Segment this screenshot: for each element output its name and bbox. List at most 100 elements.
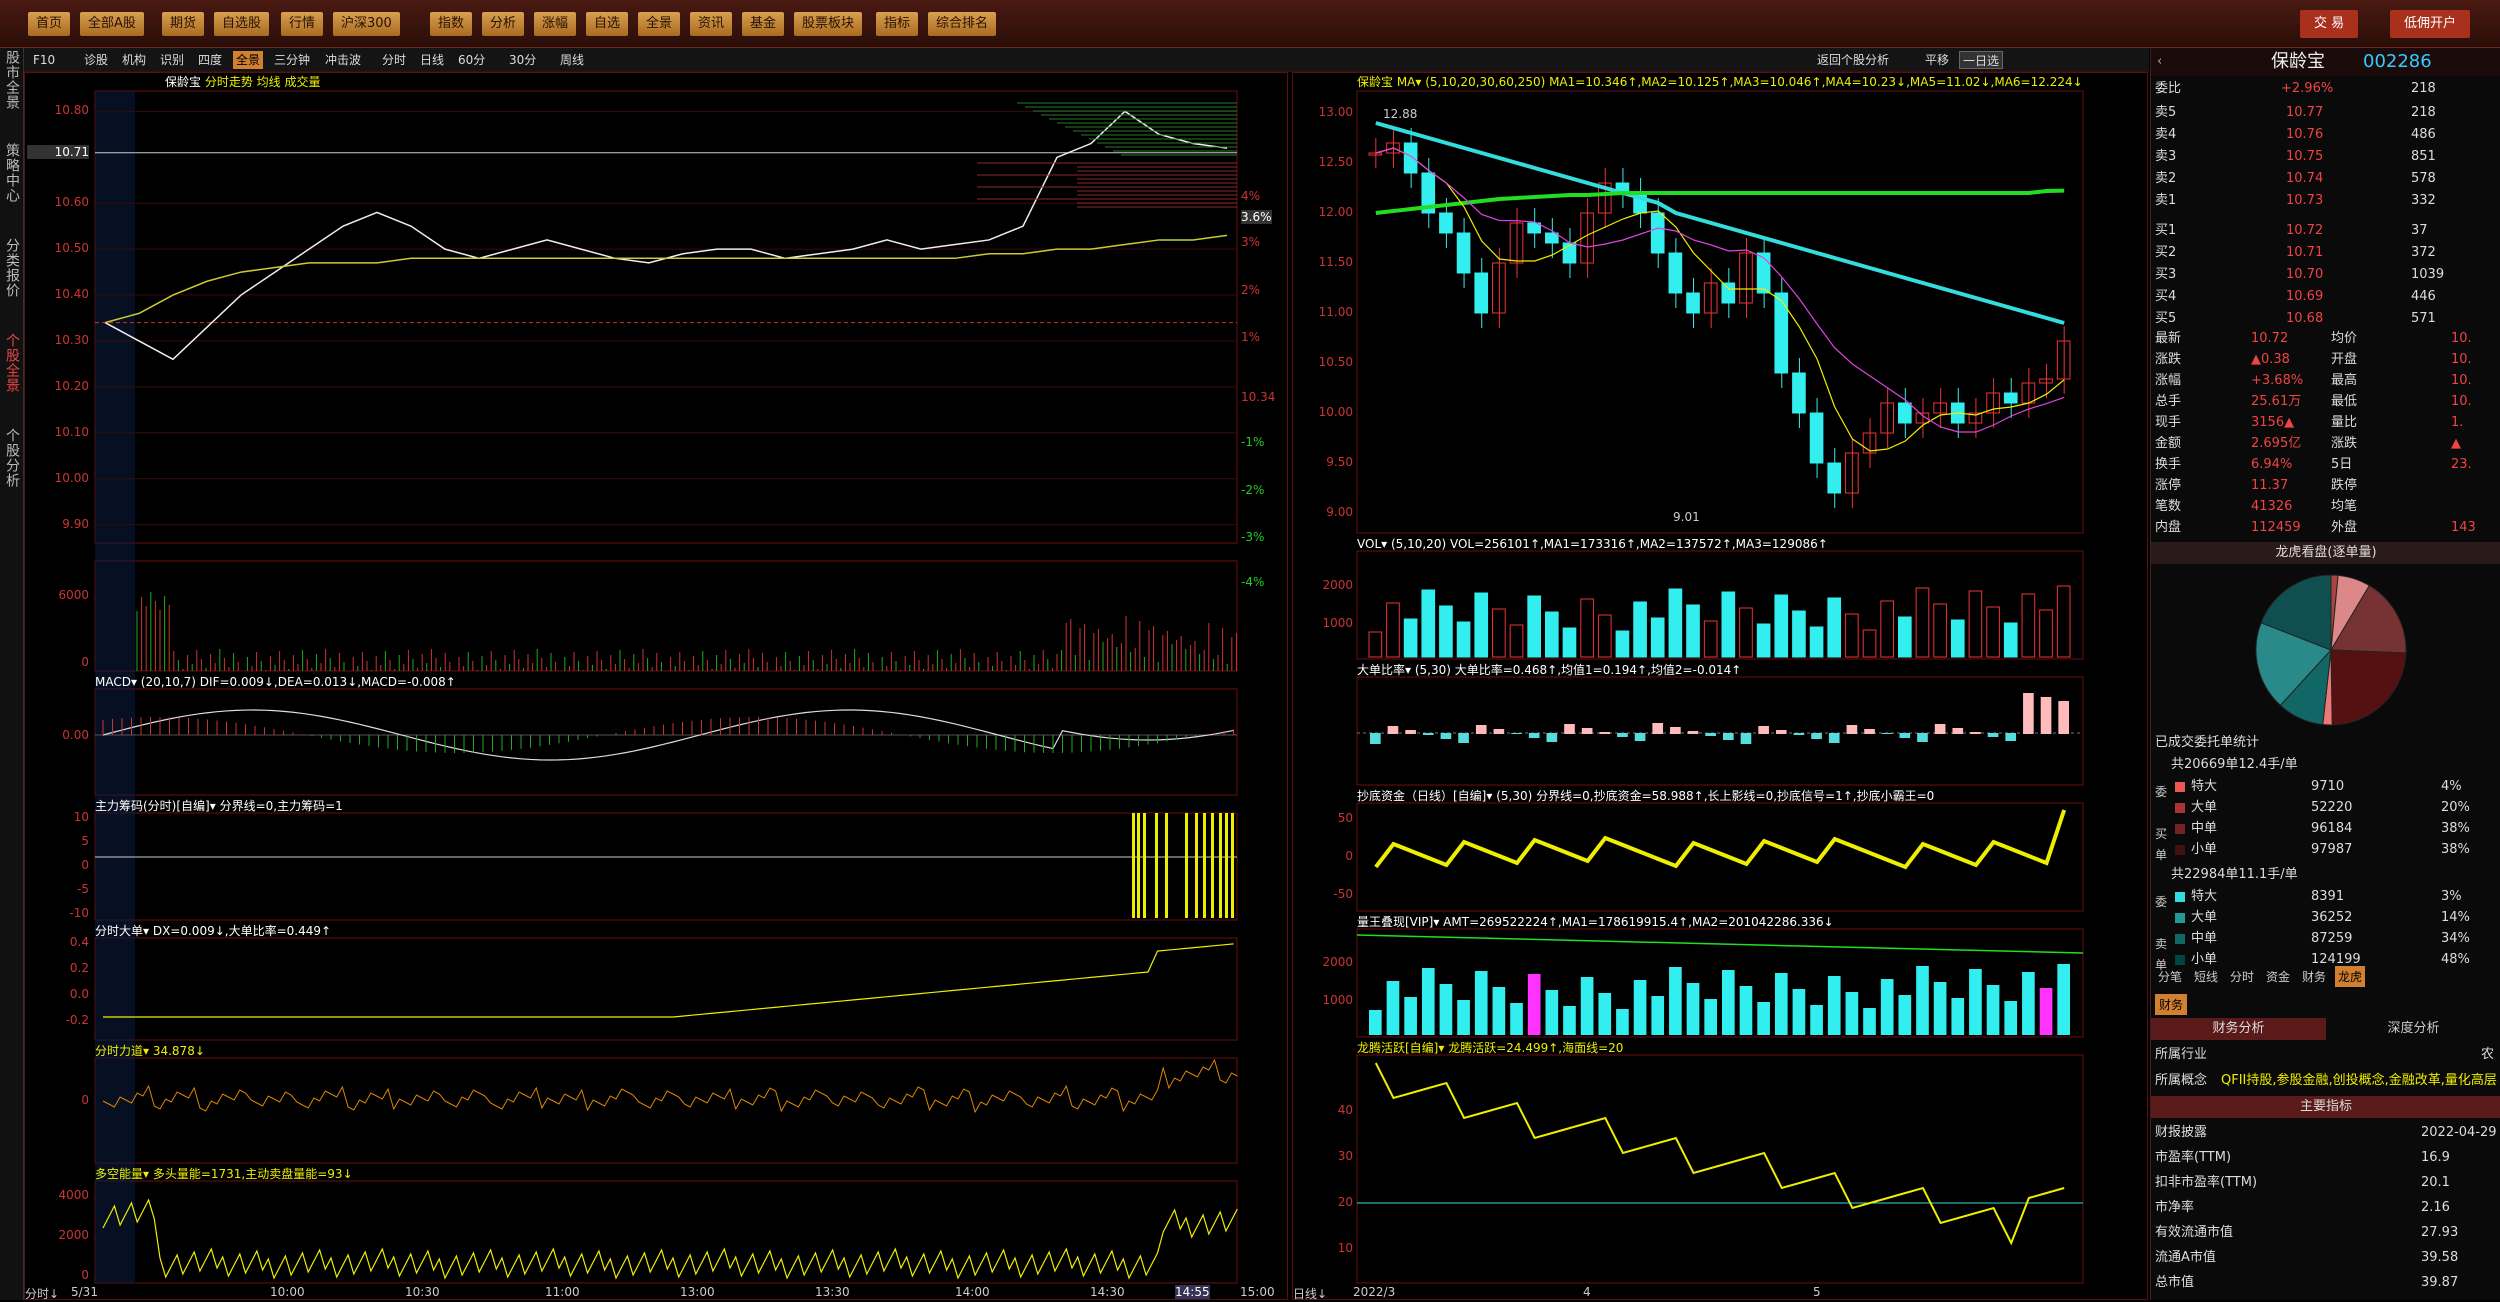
tab-12[interactable]: 周线 [557, 51, 587, 69]
tab-6[interactable]: 三分钟 [271, 51, 313, 69]
sell-total: 共22984单11.1手/单 [2171, 867, 2298, 882]
tab-11[interactable]: 30分 [506, 51, 539, 69]
kddbl-bar-5 [1458, 733, 1469, 743]
menu-item-10[interactable]: 全景 [638, 12, 681, 36]
fin-sub-1[interactable]: 深度分析 [2326, 1018, 2500, 1040]
pct-tick-4: 1% [1241, 330, 1261, 344]
sell-cell: 48% [2441, 952, 2470, 967]
stat-cell: 开盘 [2331, 352, 2358, 367]
quote-tab-3[interactable]: 资金 [2263, 966, 2293, 987]
quote-tab-4[interactable]: 财务 [2299, 966, 2329, 987]
kline-chart-area[interactable]: 保龄宝 MA▾ (5,10,20,30,60,250) MA1=10.346↑,… [1292, 72, 2148, 1302]
intraday-chart-area[interactable]: 保龄宝 分时走势 均线 成交量 MACD▾ (20,10,7) DIF=0.00… [24, 72, 1288, 1302]
menu-item-13[interactable]: 股票板块 [794, 12, 863, 36]
kddbl-bar-12 [1581, 728, 1593, 734]
nav-stock-overview[interactable]: 个股全景 [2, 333, 22, 393]
tab-10[interactable]: 60分 [455, 51, 488, 69]
kvol-title: VOL▾ (5,10,20) VOL=256101↑,MA1=173316↑,M… [1357, 537, 1828, 551]
intra-time-0[interactable]: 分时↓ [25, 1285, 59, 1302]
menu-item-5[interactable]: 沪深300 [333, 12, 400, 36]
nav-stock-analysis[interactable]: 个股分析 [2, 428, 22, 488]
klwdl-bar-10 [1545, 990, 1559, 1035]
tab-0[interactable]: F10 [30, 51, 58, 69]
menu-item-15[interactable]: 综合排名 [928, 12, 997, 36]
klwdl-bar-16 [1651, 996, 1665, 1035]
tab-5[interactable]: 全景 [233, 51, 264, 69]
back-to-analysis-link[interactable]: 返回个股分析 [1814, 51, 1892, 69]
k-pane-5 [1356, 1054, 2084, 1284]
stat-cell: 6.94% [2251, 457, 2293, 472]
nav-strategy[interactable]: 策略中心 [2, 143, 22, 203]
fin-sub-0[interactable]: 财务分析 [2151, 1018, 2326, 1040]
k-time-0[interactable]: 日线↓ [1293, 1285, 1327, 1302]
book-cell: 571 [2411, 311, 2436, 326]
fin-tab[interactable]: 财务 [2155, 994, 2188, 1015]
book-row-buy-1: 买2 10.71 372 [2151, 242, 2500, 264]
tab-9[interactable]: 日线 [417, 51, 447, 69]
trade-button[interactable]: 交 易 [2300, 10, 2359, 38]
pan-button[interactable]: 平移 [1922, 51, 1952, 69]
menu-item-8[interactable]: 涨幅 [534, 12, 577, 36]
tab-2[interactable]: 机构 [119, 51, 149, 69]
kvol-bar-25 [1809, 626, 1824, 658]
zlcm-tick-2: 0 [81, 858, 89, 872]
klwdl-bar-2 [1404, 997, 1417, 1035]
menu-item-7[interactable]: 分析 [482, 12, 525, 36]
menu-item-6[interactable]: 指数 [430, 12, 473, 36]
stat-cell: 2.695亿 [2251, 436, 2302, 451]
menu-item-14[interactable]: 指标 [876, 12, 919, 36]
buy-row-2: 中单 96184 38% [2151, 818, 2500, 840]
webi-value: +2.96% [2281, 81, 2334, 96]
book-cell: 10.69 [2286, 289, 2324, 304]
tab-1[interactable]: 诊股 [81, 51, 111, 69]
buy-cell: 大单 [2191, 800, 2218, 815]
book-cell: 卖3 [2155, 149, 2177, 164]
menu-item-3[interactable]: 自选股 [214, 12, 270, 36]
k-candle-25 [1809, 412, 1824, 464]
menu-item-2[interactable]: 期货 [162, 12, 205, 36]
tab-4[interactable]: 四度 [195, 51, 225, 69]
kvol-bar-34 [1968, 590, 1983, 658]
klwdl-bar-28 [1863, 1008, 1876, 1035]
buy-cell: 小单 [2191, 842, 2218, 857]
tab-7[interactable]: 冲击波 [322, 51, 364, 69]
tab-8[interactable]: 分时 [379, 51, 409, 69]
k-candle-2 [1403, 142, 1418, 174]
k-pane-0 [1356, 90, 2084, 534]
klwdl-bar-8 [1510, 1003, 1523, 1035]
tab-3[interactable]: 识别 [157, 51, 187, 69]
webi-label: 委比 [2155, 81, 2182, 96]
one-day-select[interactable]: 一日选 [1959, 51, 2004, 69]
back-icon[interactable]: ‹ [2157, 48, 2162, 76]
kvol-bar-1 [1386, 602, 1400, 658]
kddbl-bar-2 [1405, 730, 1416, 734]
menu-item-1[interactable]: 全部A股 [80, 12, 144, 36]
book-cell: 446 [2411, 289, 2436, 304]
menu-item-0[interactable]: 首页 [28, 12, 71, 36]
k-candle-17 [1668, 252, 1683, 294]
dk-line [102, 1198, 1238, 1280]
price-tick-4: 10.40 [54, 287, 89, 302]
kddbl-bar-0 [1370, 733, 1381, 744]
quote-tab-5[interactable]: 龙虎 [2335, 966, 2366, 987]
kvol-bar-13 [1597, 614, 1612, 658]
legend-swatch [2175, 934, 2185, 944]
book-cell: 10.76 [2286, 127, 2324, 142]
menu-item-4[interactable]: 行情 [281, 12, 324, 36]
quote-tab-2[interactable]: 分时 [2227, 966, 2257, 987]
open-account-button[interactable]: 低佣开户 [2390, 10, 2471, 38]
menu-item-9[interactable]: 自选 [586, 12, 629, 36]
menu-item-11[interactable]: 资讯 [690, 12, 733, 36]
menu-item-12[interactable]: 基金 [742, 12, 785, 36]
nav-category-quote[interactable]: 分类报价 [2, 238, 22, 298]
klwdl-bar-22 [1757, 1002, 1770, 1035]
klwdl-bar-9 [1527, 974, 1541, 1035]
kddbl-bar-32 [1934, 724, 1946, 734]
nav-market-overview[interactable]: 股市全景 [2, 50, 22, 110]
book-cell: 1039 [2411, 267, 2445, 282]
sell-cell: 中单 [2191, 931, 2218, 946]
book-cell: 10.75 [2286, 149, 2324, 164]
quote-tab-0[interactable]: 分笔 [2155, 966, 2185, 987]
quote-tab-1[interactable]: 短线 [2191, 966, 2221, 987]
kvol-bar-8 [1509, 624, 1524, 658]
